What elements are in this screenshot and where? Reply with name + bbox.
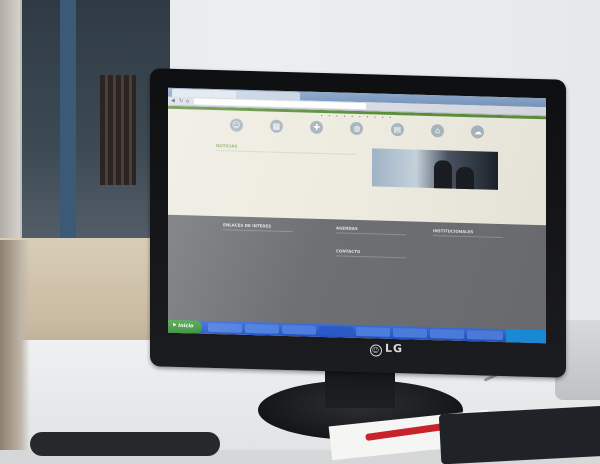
- calendar-icon: ▦: [269, 119, 283, 133]
- footer-heading: AGENDAS: [336, 225, 406, 236]
- news-headline[interactable]: [216, 156, 306, 159]
- footer-heading: ENLACES DE INTERES: [223, 222, 293, 233]
- home-icon[interactable]: ⌂: [186, 98, 192, 104]
- taskbar-item[interactable]: [393, 327, 427, 338]
- photo-person: [456, 166, 474, 190]
- globe-icon: ◍: [350, 121, 364, 136]
- nav-icon-item[interactable]: ☁: [463, 125, 493, 141]
- taskbar-item[interactable]: [282, 324, 316, 335]
- monitor-brand-text: LG: [385, 341, 404, 356]
- nav-icon-label: [302, 135, 332, 136]
- doorway: [20, 0, 170, 250]
- document-icon: ▤: [390, 122, 404, 137]
- taskbar-item[interactable]: [208, 322, 242, 333]
- monitor-screen: ◀ ↻ ⌂ • • • • • • • • • • ☺ ▦ ✚ ◍ ▤ ⌂ ☁ …: [168, 87, 546, 344]
- nav-icon-item[interactable]: ☺: [221, 118, 251, 134]
- nav-icon-label: [261, 134, 291, 135]
- nav-icon-label: [423, 139, 453, 140]
- footer-link[interactable]: [433, 272, 503, 279]
- footer-link-list: [433, 239, 503, 279]
- footer-link[interactable]: [336, 264, 406, 271]
- nav-icon-item[interactable]: ✚: [302, 120, 332, 136]
- monitor: ☺ LG ◀ ↻ ⌂ • • • • • • • • • • ☺ ▦ ✚ ◍ ▤…: [150, 68, 566, 378]
- nav-icon-label: [342, 137, 372, 138]
- nav-icon-item[interactable]: ⌂: [423, 124, 453, 140]
- footer-link[interactable]: [336, 236, 406, 243]
- news-section: NOTICIAS: [216, 143, 498, 215]
- lg-logo-icon: ☺: [370, 344, 382, 357]
- building-icon: ⌂: [431, 124, 445, 138]
- nav-icon-item[interactable]: ▤: [382, 122, 412, 139]
- footer-heading: INSTITUCIONALES: [433, 228, 503, 239]
- cloud-icon: ☁: [471, 125, 485, 139]
- taskbar-item[interactable]: [467, 330, 503, 341]
- footer-link-list: [223, 233, 293, 290]
- footer-heading: CONTACTO: [336, 247, 406, 258]
- door-frame: [60, 0, 76, 245]
- start-button[interactable]: ⚑ Inicio: [168, 319, 202, 334]
- taskbar-item-active[interactable]: [319, 325, 353, 336]
- nav-icon-item[interactable]: ◍: [342, 121, 372, 138]
- keyboard: [438, 405, 600, 464]
- system-tray-clock[interactable]: [506, 329, 546, 344]
- start-button-label: Inicio: [178, 322, 194, 330]
- taskbar-item[interactable]: [356, 326, 390, 337]
- cross-icon: ✚: [310, 120, 324, 135]
- news-body: [216, 156, 346, 160]
- taskbar-item[interactable]: [245, 323, 279, 334]
- footer-link-list: [336, 259, 406, 272]
- footer-link-list: [336, 236, 406, 243]
- bookshelf: [100, 75, 136, 185]
- black-device: [30, 432, 220, 456]
- finger-blur: [0, 240, 30, 450]
- nav-icon-label: [463, 140, 493, 141]
- footer-link[interactable]: [223, 283, 293, 290]
- reload-icon[interactable]: ↻: [179, 98, 185, 104]
- taskbar-item[interactable]: [430, 329, 464, 339]
- nav-icon-label: [221, 133, 251, 134]
- footer-column-agendas: AGENDAS CONTACTO: [336, 225, 406, 271]
- monitor-brand-logo: ☺ LG: [370, 341, 403, 357]
- footer-column-institucionales: INSTITUCIONALES: [433, 228, 503, 279]
- news-section-title: NOTICIAS: [216, 143, 356, 155]
- photo-person: [434, 160, 452, 189]
- news-photo[interactable]: [372, 148, 498, 190]
- nav-icon-item[interactable]: ▦: [261, 119, 291, 135]
- nav-icon-label: [382, 138, 412, 139]
- back-arrow-icon[interactable]: ◀: [171, 98, 177, 104]
- people-icon: ☺: [229, 118, 243, 132]
- footer-column-links: ENLACES DE INTERES: [223, 222, 293, 290]
